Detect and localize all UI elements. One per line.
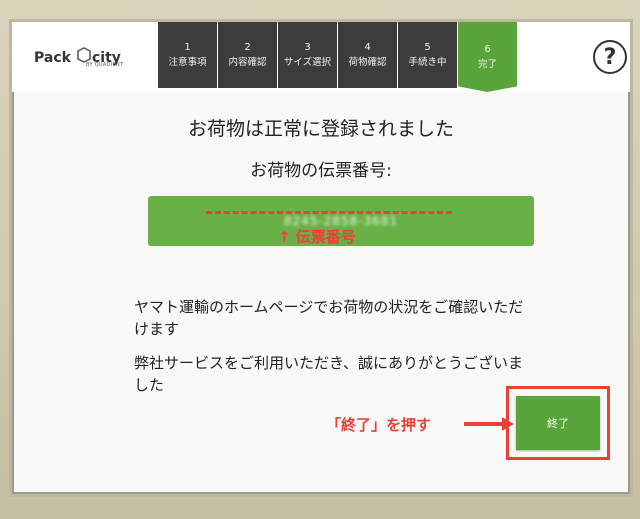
completion-title: お荷物は正常に登録されました [187,118,454,140]
step-label: 荷物確認 [348,57,387,68]
tracking-label: お荷物の伝票番号: [250,161,392,181]
step-label: 内容確認 [228,57,267,68]
step-label: 完了 [477,59,497,70]
step-number: 2 [244,42,251,53]
step-4: 4 荷物確認 [338,22,397,88]
info-text-2: 弊社サービスをご利用いただき、誠にありがとうございました [134,354,523,394]
press-annotation: 「終了」を押す [326,416,432,434]
finish-button[interactable]: 終了 [516,396,600,450]
packcity-logo-mark: Pack city [34,47,121,66]
info-text-1: ヤマト運輸のホームページでお荷物の状況をご確認いただけます [134,298,524,338]
packcity-logo: Pack city BY QUADIENT [34,42,149,76]
progress-steps: 1 注意事項 2 内容確認 3 サイズ選択 4 荷物確認 5 手続き中 6 完了 [158,22,518,92]
step-number: 4 [364,42,371,53]
step-number: 3 [304,42,311,53]
tracking-underline-annotation [206,211,452,214]
help-icon[interactable]: ? [593,40,627,74]
step-2: 2 内容確認 [218,22,277,88]
step-label: サイズ選択 [283,57,332,68]
logo-sub: BY QUADIENT [86,62,124,68]
step-number: 6 [484,44,491,55]
step-5: 5 手続き中 [398,22,457,88]
step-label: 注意事項 [168,57,207,68]
header: Pack city BY QUADIENT 1 注意事項 2 内容確認 3 サイ… [12,22,630,92]
step-label: 手続き中 [408,57,447,68]
step-1: 1 注意事項 [158,22,217,88]
step-number: 1 [184,42,191,53]
step-6-active: 6 完了 [458,22,517,92]
step-number: 5 [424,42,431,53]
tracking-annotation: ↑ 伝票番号 [278,228,356,246]
svg-text:Pack: Pack [34,50,72,66]
step-3: 3 サイズ選択 [278,22,337,88]
